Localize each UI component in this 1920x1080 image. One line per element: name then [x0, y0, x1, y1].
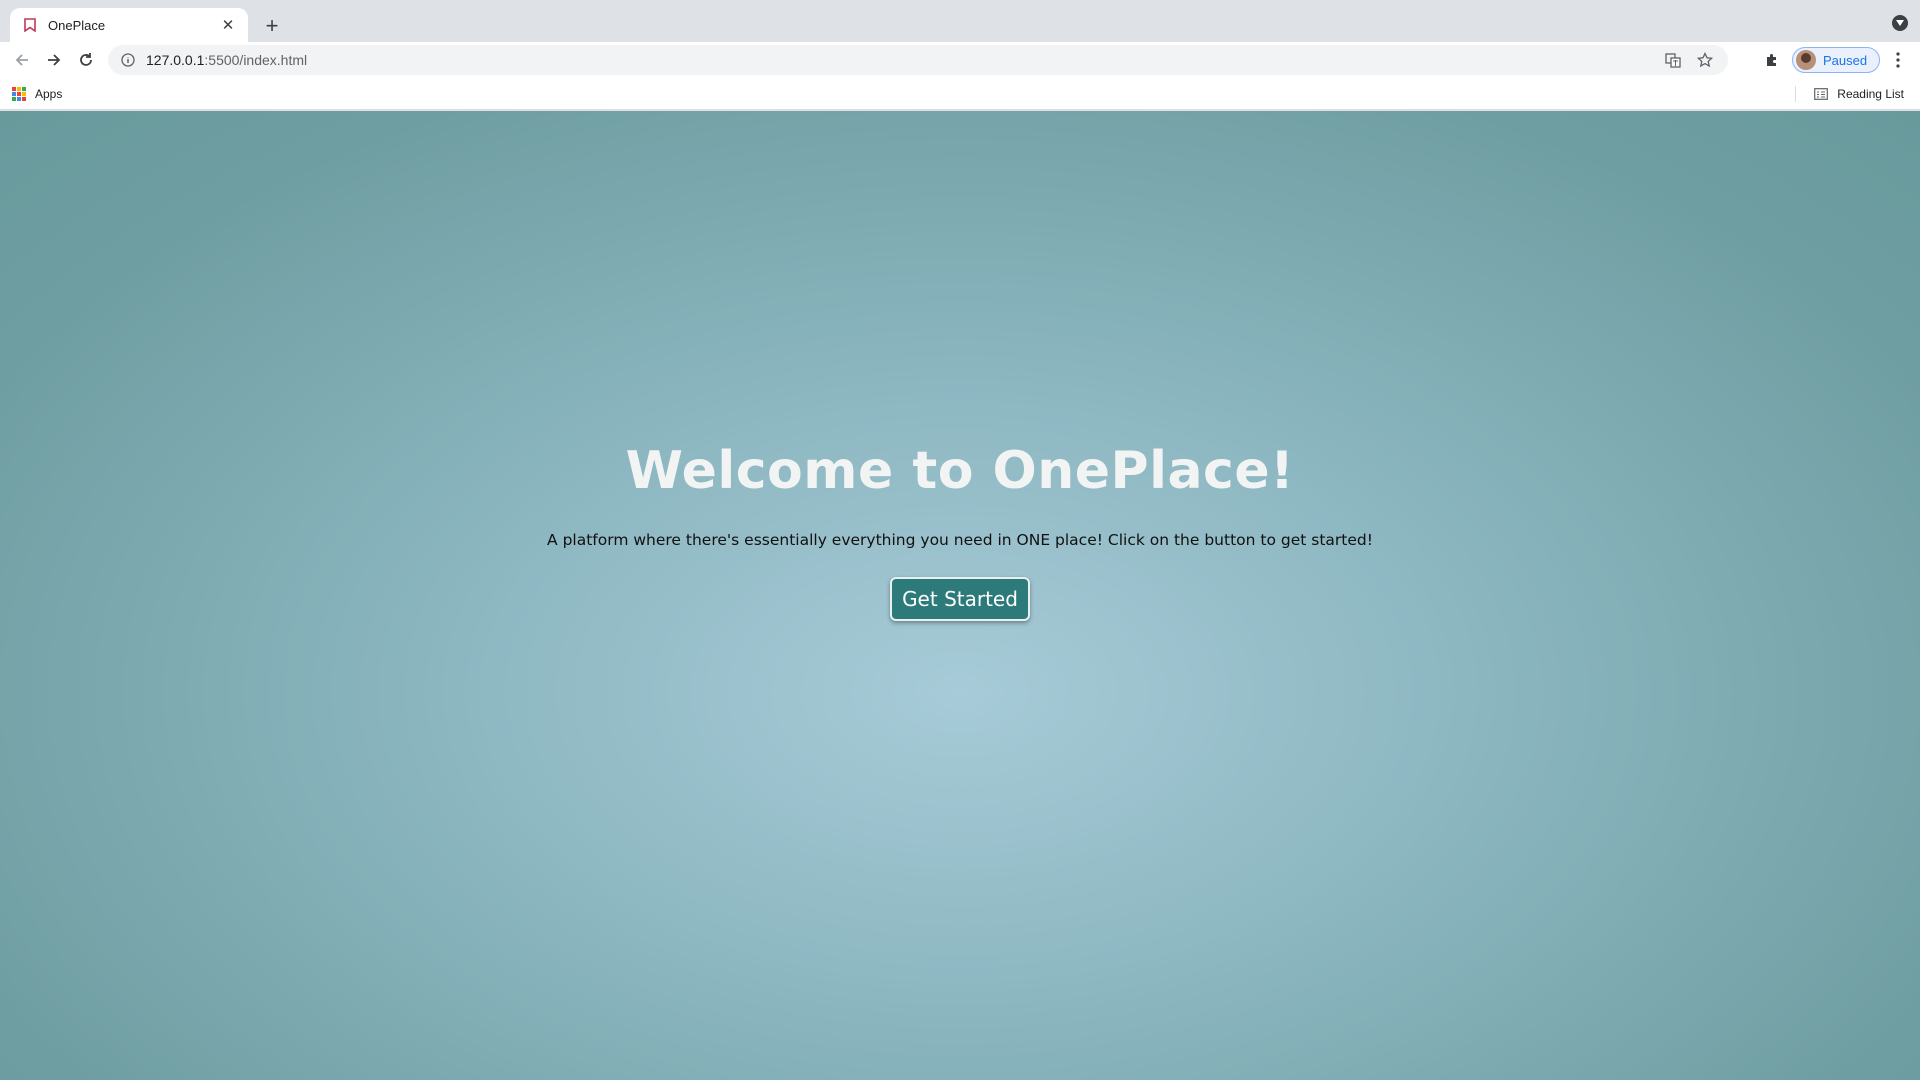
reading-list-label: Reading List	[1837, 87, 1904, 101]
info-icon[interactable]	[120, 52, 136, 68]
page-subtitle: A platform where there's essentially eve…	[547, 531, 1373, 549]
get-started-button[interactable]: Get Started	[890, 577, 1030, 621]
bookmarks-bar: Apps Reading List	[0, 78, 1920, 110]
tab-strip: OnePlace ✕ +	[0, 0, 1920, 42]
url-path: :5500/index.html	[204, 52, 308, 68]
reading-list-button[interactable]: Reading List	[1814, 84, 1904, 104]
tab-title: OnePlace	[48, 17, 106, 33]
kebab-menu-icon[interactable]	[1886, 48, 1910, 72]
apps-label: Apps	[35, 87, 63, 101]
address-bar[interactable]: 127.0.0.1:5500/index.html	[108, 45, 1728, 75]
puzzle-extensions-icon[interactable]	[1760, 48, 1784, 72]
profile-status: Paused	[1823, 52, 1868, 68]
reload-icon[interactable]	[72, 46, 100, 74]
bookmark-favicon-icon	[22, 17, 38, 33]
forward-arrow-icon[interactable]	[40, 46, 68, 74]
close-icon[interactable]: ✕	[218, 15, 238, 35]
url-host: 127.0.0.1	[146, 52, 205, 68]
reading-list-icon	[1814, 88, 1829, 100]
profile-button[interactable]: Paused	[1792, 47, 1880, 73]
browser-toolbar: 127.0.0.1:5500/index.html Paused	[0, 42, 1920, 78]
page-title: Welcome to OnePlace!	[625, 441, 1295, 501]
star-icon[interactable]	[1694, 49, 1716, 71]
url-text: 127.0.0.1:5500/index.html	[146, 52, 1652, 68]
apps-bookmark[interactable]: Apps	[12, 84, 62, 104]
avatar	[1796, 50, 1816, 70]
tab-search-icon[interactable]	[1892, 15, 1908, 31]
page-content: Welcome to OnePlace! A platform where th…	[0, 111, 1920, 1080]
translate-icon[interactable]	[1662, 49, 1684, 71]
new-tab-button[interactable]: +	[258, 12, 286, 40]
back-arrow-icon[interactable]	[8, 46, 36, 74]
bookmarks-divider	[1795, 86, 1796, 102]
apps-grid-icon	[12, 87, 26, 101]
tab-oneplace[interactable]: OnePlace ✕	[10, 8, 248, 42]
